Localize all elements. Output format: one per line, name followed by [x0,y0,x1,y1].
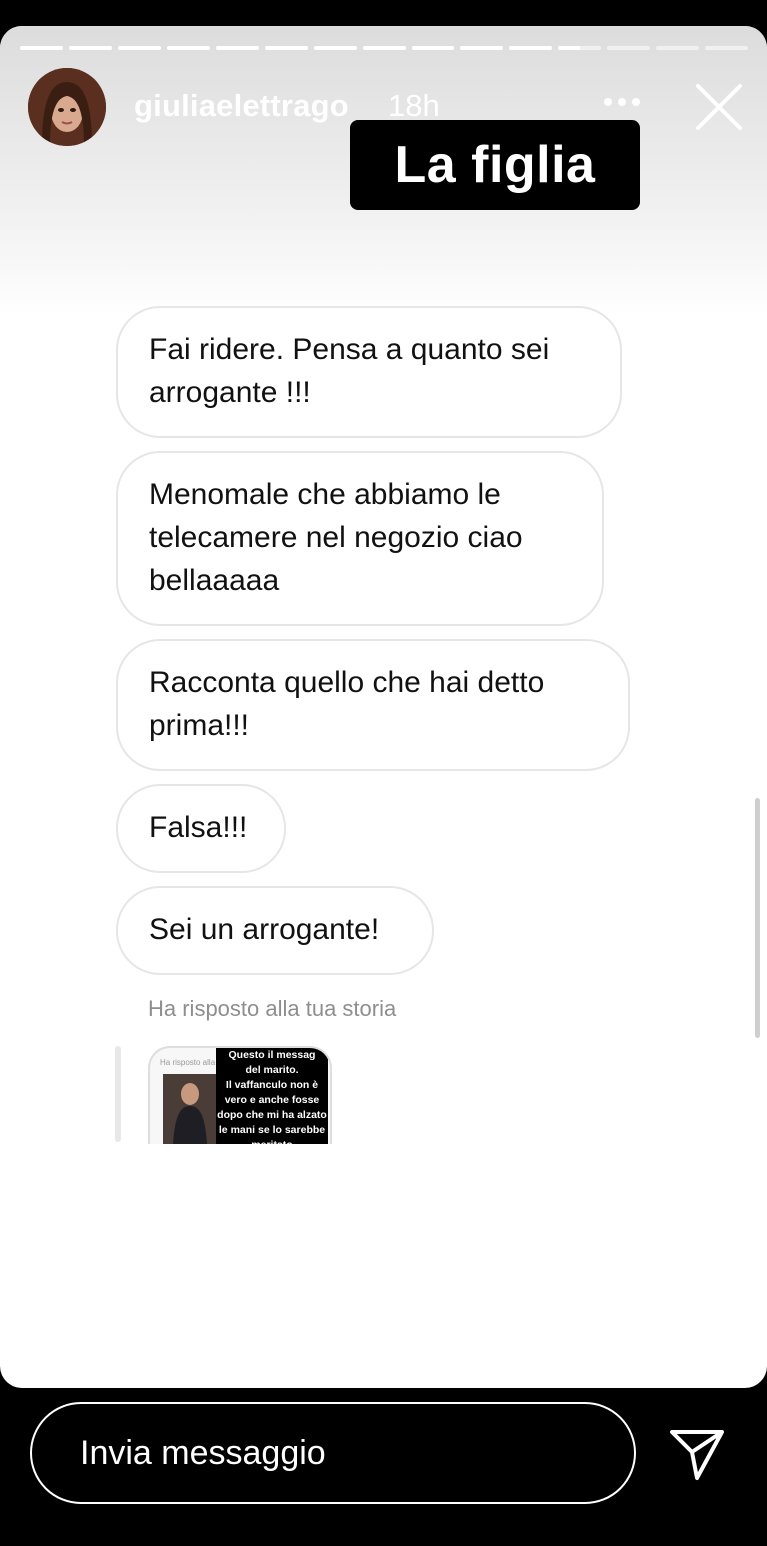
progress-segment [558,46,602,50]
message-bubble: Falsa!!! [116,784,286,873]
progress-segment [117,46,161,50]
progress-segment [215,46,259,50]
message-bubble: Fai ridere. Pensa a quanto sei arrogante… [116,306,622,438]
progress-segment [411,46,455,50]
progress-segment [656,46,700,50]
progress-segment [166,46,210,50]
message-bubble: Racconta quello che hai detto prima!!! [116,639,630,771]
story-timestamp: 18h [388,88,440,123]
send-icon[interactable] [668,1426,726,1482]
progress-segment [264,46,308,50]
story-reply-thumbnail[interactable]: Ha risposto alla tua storia Questo il me… [148,1046,332,1144]
message-bubble: Sei un arrogante! [116,886,434,975]
avatar[interactable] [28,68,106,146]
progress-segment [705,46,749,50]
progress-segment [460,46,504,50]
close-icon[interactable] [694,82,744,132]
thumbnail-photo [163,1074,217,1144]
story-progress-bar [20,46,749,50]
progress-segment [313,46,357,50]
progress-segment [509,46,553,50]
scrollbar[interactable] [755,798,760,1038]
message-bubble: Menomale che abbiamo le telecamere nel n… [116,451,604,626]
story-card: giuliaelettrago 18h La figlia Fai ridere… [0,26,767,1388]
progress-segment [607,46,651,50]
more-dots-icon[interactable] [604,98,644,112]
story-caption-sticker: La figlia [350,120,640,210]
story-reply-note: Ha risposto alla tua storia [148,996,397,1021]
story-username[interactable]: giuliaelettrago [134,88,349,124]
reply-quote-bar [115,1046,121,1142]
thumbnail-caption: Questo il messag del marito. Il vaffancu… [216,1048,328,1144]
message-input[interactable]: Invia messaggio [30,1402,636,1504]
progress-segment [20,46,63,50]
progress-segment [362,46,406,50]
progress-segment [68,46,112,50]
